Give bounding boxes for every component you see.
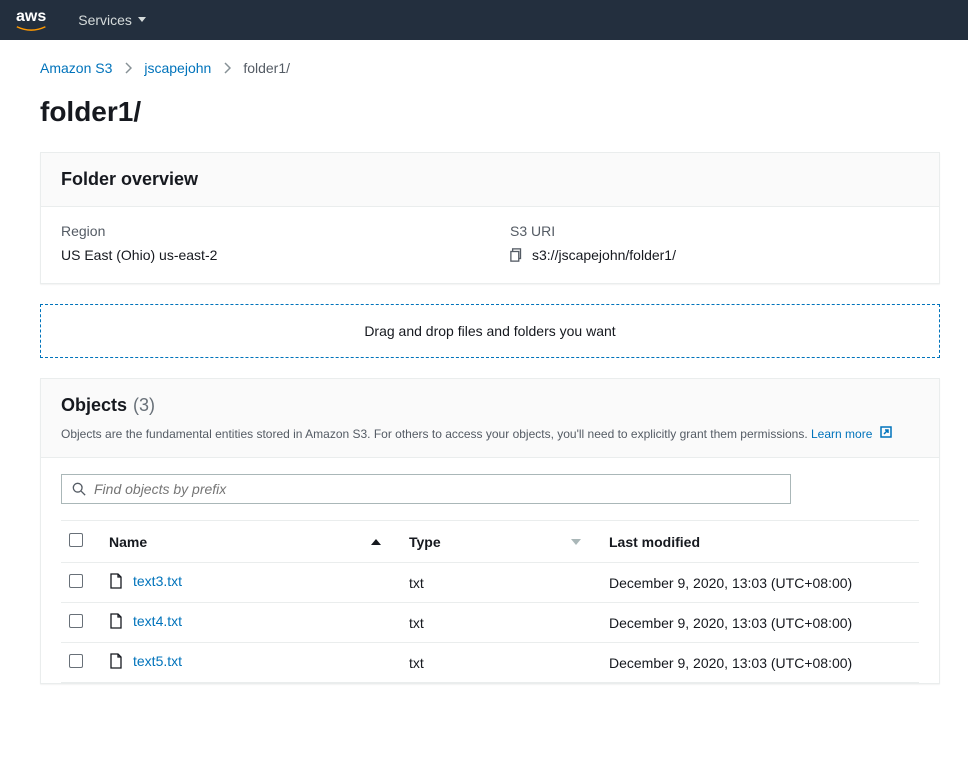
services-dropdown[interactable]: Services — [78, 12, 146, 28]
sort-icon — [571, 537, 581, 547]
learn-more-link[interactable]: Learn more — [811, 427, 892, 441]
objects-panel: Objects (3) Objects are the fundamental … — [40, 378, 940, 684]
chevron-right-icon — [223, 62, 231, 74]
aws-swoosh-icon — [16, 26, 46, 32]
s3uri-value-row: s3://jscapejohn/folder1/ — [510, 247, 919, 263]
s3uri-label: S3 URI — [510, 223, 919, 239]
chevron-right-icon — [124, 62, 132, 74]
row-checkbox[interactable] — [69, 614, 83, 628]
file-type: txt — [401, 643, 601, 683]
folder-overview-body: Region US East (Ohio) us-east-2 S3 URI s… — [41, 207, 939, 283]
table-header-row: Name Type Last modified — [61, 521, 919, 563]
s3uri-field: S3 URI s3://jscapejohn/folder1/ — [510, 223, 919, 263]
file-icon — [109, 613, 123, 629]
s3uri-value: s3://jscapejohn/folder1/ — [532, 247, 676, 263]
file-last-modified: December 9, 2020, 13:03 (UTC+08:00) — [601, 603, 919, 643]
objects-header: Objects (3) Objects are the fundamental … — [41, 379, 939, 458]
page-title: folder1/ — [40, 96, 940, 128]
breadcrumb-current: folder1/ — [243, 60, 290, 76]
file-name: text3.txt — [133, 573, 182, 589]
file-link[interactable]: text3.txt — [109, 573, 182, 589]
column-lastmod-label: Last modified — [609, 534, 700, 550]
column-type-label: Type — [409, 534, 441, 550]
file-name: text4.txt — [133, 613, 182, 629]
file-icon — [109, 573, 123, 589]
file-link[interactable]: text5.txt — [109, 653, 182, 669]
column-header-select — [61, 521, 101, 563]
region-value: US East (Ohio) us-east-2 — [61, 247, 470, 263]
search-icon — [72, 482, 86, 496]
dropzone[interactable]: Drag and drop files and folders you want — [40, 304, 940, 358]
folder-overview-title: Folder overview — [61, 169, 919, 190]
region-label: Region — [61, 223, 470, 239]
column-name-label: Name — [109, 534, 147, 550]
file-icon — [109, 653, 123, 669]
file-type: txt — [401, 603, 601, 643]
breadcrumb-link-bucket[interactable]: jscapejohn — [144, 60, 211, 76]
table-row: text3.txt txtDecember 9, 2020, 13:03 (UTC… — [61, 563, 919, 603]
chevron-down-icon — [138, 17, 146, 23]
objects-body: Name Type Last modified — [41, 458, 939, 683]
search-input[interactable] — [94, 481, 780, 497]
dropzone-text: Drag and drop files and folders you want — [364, 323, 615, 339]
sort-asc-icon — [371, 537, 381, 547]
row-checkbox[interactable] — [69, 574, 83, 588]
column-header-type[interactable]: Type — [401, 521, 601, 563]
aws-logo[interactable]: aws — [16, 9, 46, 32]
aws-logo-text: aws — [16, 9, 46, 25]
file-last-modified: December 9, 2020, 13:03 (UTC+08:00) — [601, 563, 919, 603]
topbar: aws Services — [0, 0, 968, 40]
region-field: Region US East (Ohio) us-east-2 — [61, 223, 470, 263]
objects-description-text: Objects are the fundamental entities sto… — [61, 427, 811, 441]
copy-icon[interactable] — [510, 248, 524, 262]
objects-count: (3) — [133, 395, 155, 416]
table-row: text5.txt txtDecember 9, 2020, 13:03 (UTC… — [61, 643, 919, 683]
select-all-checkbox[interactable] — [69, 533, 83, 547]
table-row: text4.txt txtDecember 9, 2020, 13:03 (UTC… — [61, 603, 919, 643]
objects-table: Name Type Last modified — [61, 520, 919, 683]
learn-more-text: Learn more — [811, 427, 872, 441]
column-header-last-modified[interactable]: Last modified — [601, 521, 919, 563]
breadcrumb: Amazon S3 jscapejohn folder1/ — [40, 60, 940, 76]
file-last-modified: December 9, 2020, 13:03 (UTC+08:00) — [601, 643, 919, 683]
folder-overview-header: Folder overview — [41, 153, 939, 207]
objects-title: Objects — [61, 395, 127, 416]
file-link[interactable]: text4.txt — [109, 613, 182, 629]
objects-description: Objects are the fundamental entities sto… — [61, 426, 919, 441]
external-link-icon — [880, 426, 892, 438]
file-type: txt — [401, 563, 601, 603]
services-label: Services — [78, 12, 132, 28]
file-name: text5.txt — [133, 653, 182, 669]
folder-overview-panel: Folder overview Region US East (Ohio) us… — [40, 152, 940, 284]
column-header-name[interactable]: Name — [101, 521, 401, 563]
breadcrumb-link-s3[interactable]: Amazon S3 — [40, 60, 112, 76]
row-checkbox[interactable] — [69, 654, 83, 668]
content-area: Amazon S3 jscapejohn folder1/ folder1/ F… — [0, 40, 968, 732]
search-input-wrap[interactable] — [61, 474, 791, 504]
